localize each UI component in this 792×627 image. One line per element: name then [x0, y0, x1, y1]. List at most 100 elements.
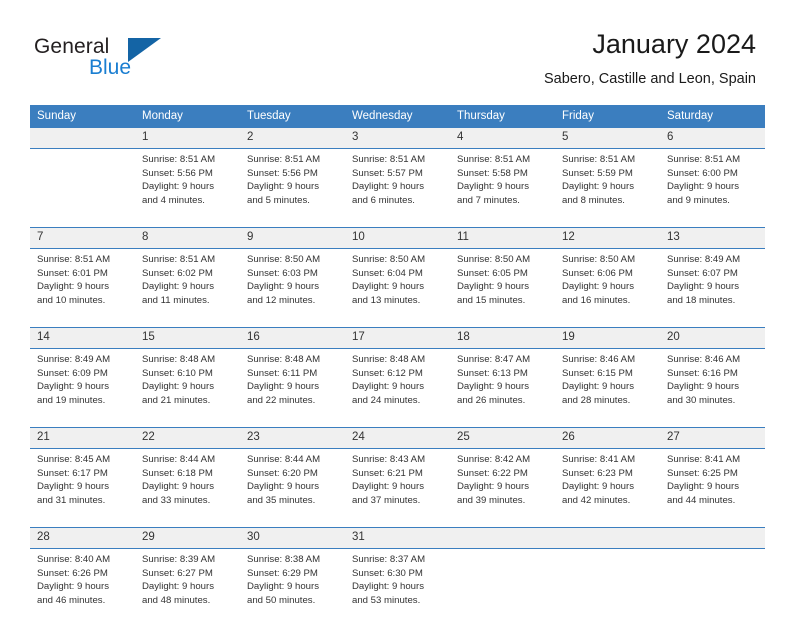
sunrise-text: Sunrise: 8:47 AM — [457, 353, 551, 367]
day-detail: Sunrise: 8:50 AMSunset: 6:05 PMDaylight:… — [450, 249, 555, 307]
day-number-cell[interactable]: 12 — [555, 228, 660, 249]
day-number: 19 — [555, 328, 660, 348]
brand-logo[interactable]: General Blue — [34, 36, 264, 88]
week-detail-row: Sunrise: 8:51 AMSunset: 5:56 PMDaylight:… — [30, 149, 765, 228]
sunset-text: Sunset: 6:20 PM — [247, 467, 341, 481]
day-number-cell[interactable]: 5 — [555, 128, 660, 149]
day-cell[interactable]: Sunrise: 8:48 AMSunset: 6:11 PMDaylight:… — [240, 349, 345, 428]
day-cell[interactable]: Sunrise: 8:44 AMSunset: 6:18 PMDaylight:… — [135, 449, 240, 528]
day-number-cell[interactable]: 13 — [660, 228, 765, 249]
empty-day-number-cell — [30, 128, 135, 149]
daylight-text-line1: Daylight: 9 hours — [37, 580, 131, 594]
sunset-text: Sunset: 6:16 PM — [667, 367, 761, 381]
daylight-text-line1: Daylight: 9 hours — [562, 280, 656, 294]
day-number-cell[interactable]: 6 — [660, 128, 765, 149]
daylight-text-line2: and 21 minutes. — [142, 394, 236, 408]
day-detail: Sunrise: 8:50 AMSunset: 6:04 PMDaylight:… — [345, 249, 450, 307]
day-detail: Sunrise: 8:51 AMSunset: 5:57 PMDaylight:… — [345, 149, 450, 207]
empty-day-cell — [555, 549, 660, 627]
day-detail: Sunrise: 8:49 AMSunset: 6:09 PMDaylight:… — [30, 349, 135, 407]
day-number-cell[interactable]: 3 — [345, 128, 450, 149]
day-cell[interactable]: Sunrise: 8:51 AMSunset: 5:56 PMDaylight:… — [135, 149, 240, 228]
sunrise-text: Sunrise: 8:40 AM — [37, 553, 131, 567]
day-cell[interactable]: Sunrise: 8:47 AMSunset: 6:13 PMDaylight:… — [450, 349, 555, 428]
day-number-cell[interactable]: 4 — [450, 128, 555, 149]
day-number-cell[interactable]: 27 — [660, 428, 765, 449]
day-cell[interactable]: Sunrise: 8:40 AMSunset: 6:26 PMDaylight:… — [30, 549, 135, 627]
day-cell[interactable]: Sunrise: 8:41 AMSunset: 6:23 PMDaylight:… — [555, 449, 660, 528]
day-number-cell[interactable]: 1 — [135, 128, 240, 149]
empty-day-cell — [30, 149, 135, 228]
daylight-text-line2: and 31 minutes. — [37, 494, 131, 508]
day-cell[interactable]: Sunrise: 8:50 AMSunset: 6:03 PMDaylight:… — [240, 249, 345, 328]
day-number-cell[interactable]: 8 — [135, 228, 240, 249]
day-detail: Sunrise: 8:44 AMSunset: 6:18 PMDaylight:… — [135, 449, 240, 507]
sunrise-text: Sunrise: 8:42 AM — [457, 453, 551, 467]
sunset-text: Sunset: 6:04 PM — [352, 267, 446, 281]
day-number-cell[interactable]: 7 — [30, 228, 135, 249]
day-number-cell[interactable]: 17 — [345, 328, 450, 349]
day-cell[interactable]: Sunrise: 8:37 AMSunset: 6:30 PMDaylight:… — [345, 549, 450, 627]
day-number-cell[interactable]: 21 — [30, 428, 135, 449]
day-number-cell[interactable]: 30 — [240, 528, 345, 549]
day-number-cell[interactable]: 10 — [345, 228, 450, 249]
day-number-cell[interactable]: 9 — [240, 228, 345, 249]
daylight-text-line2: and 24 minutes. — [352, 394, 446, 408]
day-detail: Sunrise: 8:37 AMSunset: 6:30 PMDaylight:… — [345, 549, 450, 607]
sunrise-text: Sunrise: 8:43 AM — [352, 453, 446, 467]
daylight-text-line2: and 13 minutes. — [352, 294, 446, 308]
day-cell[interactable]: Sunrise: 8:50 AMSunset: 6:04 PMDaylight:… — [345, 249, 450, 328]
day-cell[interactable]: Sunrise: 8:42 AMSunset: 6:22 PMDaylight:… — [450, 449, 555, 528]
day-cell[interactable]: Sunrise: 8:45 AMSunset: 6:17 PMDaylight:… — [30, 449, 135, 528]
day-cell[interactable]: Sunrise: 8:43 AMSunset: 6:21 PMDaylight:… — [345, 449, 450, 528]
sunrise-text: Sunrise: 8:51 AM — [37, 253, 131, 267]
day-cell[interactable]: Sunrise: 8:50 AMSunset: 6:05 PMDaylight:… — [450, 249, 555, 328]
day-cell[interactable]: Sunrise: 8:48 AMSunset: 6:12 PMDaylight:… — [345, 349, 450, 428]
day-number-cell[interactable]: 29 — [135, 528, 240, 549]
day-number: 14 — [30, 328, 135, 348]
day-number-cell[interactable]: 26 — [555, 428, 660, 449]
day-cell[interactable]: Sunrise: 8:50 AMSunset: 6:06 PMDaylight:… — [555, 249, 660, 328]
day-cell[interactable]: Sunrise: 8:49 AMSunset: 6:09 PMDaylight:… — [30, 349, 135, 428]
day-number-cell[interactable]: 14 — [30, 328, 135, 349]
day-cell[interactable]: Sunrise: 8:51 AMSunset: 5:58 PMDaylight:… — [450, 149, 555, 228]
day-cell[interactable]: Sunrise: 8:51 AMSunset: 6:01 PMDaylight:… — [30, 249, 135, 328]
day-cell[interactable]: Sunrise: 8:46 AMSunset: 6:15 PMDaylight:… — [555, 349, 660, 428]
day-number-cell[interactable]: 20 — [660, 328, 765, 349]
day-cell[interactable]: Sunrise: 8:46 AMSunset: 6:16 PMDaylight:… — [660, 349, 765, 428]
day-number-cell[interactable]: 24 — [345, 428, 450, 449]
day-number-cell[interactable]: 19 — [555, 328, 660, 349]
day-number-cell[interactable]: 25 — [450, 428, 555, 449]
day-cell[interactable]: Sunrise: 8:51 AMSunset: 5:56 PMDaylight:… — [240, 149, 345, 228]
day-number-cell[interactable]: 22 — [135, 428, 240, 449]
weekday-header-tuesday: Tuesday — [240, 105, 345, 128]
day-number-row: 78910111213 — [30, 228, 765, 249]
day-number: 26 — [555, 428, 660, 448]
day-cell[interactable]: Sunrise: 8:44 AMSunset: 6:20 PMDaylight:… — [240, 449, 345, 528]
day-number-cell[interactable]: 15 — [135, 328, 240, 349]
day-cell[interactable]: Sunrise: 8:51 AMSunset: 5:59 PMDaylight:… — [555, 149, 660, 228]
day-number-cell[interactable]: 16 — [240, 328, 345, 349]
day-number-cell[interactable]: 18 — [450, 328, 555, 349]
day-cell[interactable]: Sunrise: 8:39 AMSunset: 6:27 PMDaylight:… — [135, 549, 240, 627]
sunset-text: Sunset: 6:23 PM — [562, 467, 656, 481]
day-cell[interactable]: Sunrise: 8:51 AMSunset: 6:02 PMDaylight:… — [135, 249, 240, 328]
day-cell[interactable]: Sunrise: 8:51 AMSunset: 5:57 PMDaylight:… — [345, 149, 450, 228]
day-number-cell[interactable]: 11 — [450, 228, 555, 249]
day-cell[interactable]: Sunrise: 8:41 AMSunset: 6:25 PMDaylight:… — [660, 449, 765, 528]
day-number-cell[interactable]: 23 — [240, 428, 345, 449]
day-cell[interactable]: Sunrise: 8:49 AMSunset: 6:07 PMDaylight:… — [660, 249, 765, 328]
day-number-cell[interactable]: 2 — [240, 128, 345, 149]
day-detail: Sunrise: 8:42 AMSunset: 6:22 PMDaylight:… — [450, 449, 555, 507]
day-number-cell[interactable]: 28 — [30, 528, 135, 549]
day-cell[interactable]: Sunrise: 8:48 AMSunset: 6:10 PMDaylight:… — [135, 349, 240, 428]
title-block: January 2024 Sabero, Castille and Leon, … — [544, 28, 756, 89]
sunset-text: Sunset: 6:17 PM — [37, 467, 131, 481]
daylight-text-line1: Daylight: 9 hours — [457, 380, 551, 394]
day-number-cell[interactable]: 31 — [345, 528, 450, 549]
sunrise-text: Sunrise: 8:50 AM — [457, 253, 551, 267]
day-cell[interactable]: Sunrise: 8:51 AMSunset: 6:00 PMDaylight:… — [660, 149, 765, 228]
sunset-text: Sunset: 6:12 PM — [352, 367, 446, 381]
day-cell[interactable]: Sunrise: 8:38 AMSunset: 6:29 PMDaylight:… — [240, 549, 345, 627]
day-number: 2 — [240, 128, 345, 148]
